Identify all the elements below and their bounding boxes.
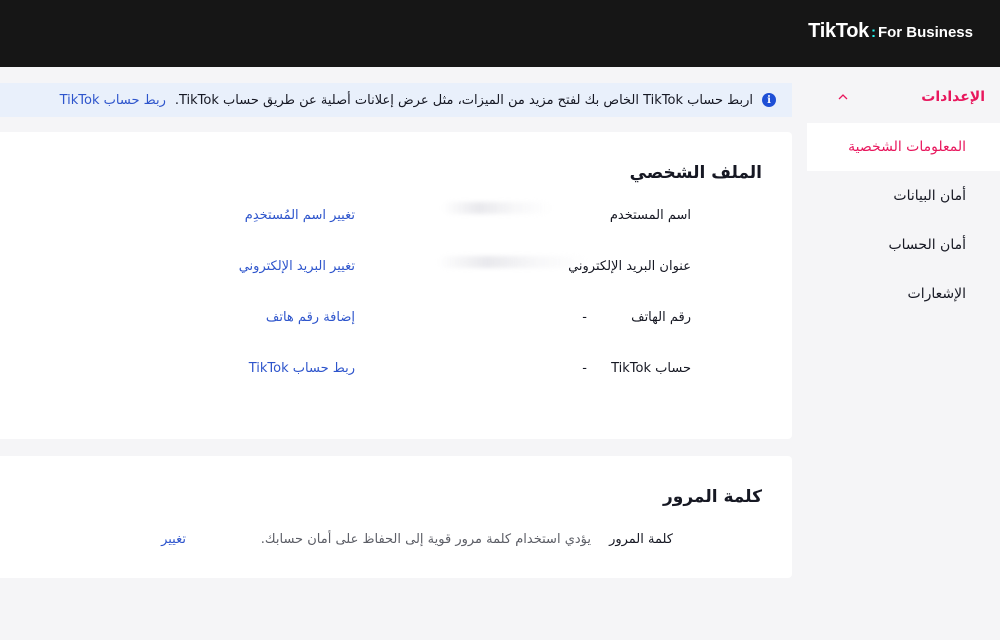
email-value-redacted: [437, 256, 587, 268]
link-tiktok-account-link[interactable]: ربط حساب TikTok: [249, 361, 355, 376]
password-card: كلمة المرور كلمة المرور يؤدي استخدام كلم…: [0, 456, 792, 578]
change-password-link[interactable]: تغيير: [161, 532, 186, 547]
settings-sidebar: الإعدادات المعلومات الشخصية أمان البيانا…: [807, 67, 1000, 640]
sidebar-item-personal-info[interactable]: المعلومات الشخصية: [807, 123, 1000, 171]
sidebar-section-settings[interactable]: الإعدادات: [815, 87, 985, 107]
password-label: كلمة المرور: [609, 532, 673, 547]
logo-separator: :: [870, 24, 876, 41]
info-icon: i: [762, 93, 776, 107]
sidebar-item-label: المعلومات الشخصية: [848, 139, 966, 155]
link-account-banner: i اربط حساب TikTok الخاص بك لفتح مزيد من…: [0, 83, 792, 117]
sidebar-section-label: الإعدادات: [921, 89, 985, 105]
tiktok-for-business-logo[interactable]: TikTok : For Business: [808, 20, 973, 43]
password-title: كلمة المرور: [663, 487, 762, 507]
password-description: يؤدي استخدام كلمة مرور قوية إلى الحفاظ ع…: [260, 532, 591, 547]
sidebar-item-notifications[interactable]: الإشعارات: [807, 270, 1000, 318]
profile-title: الملف الشخصي: [629, 163, 762, 183]
sidebar-item-account-security[interactable]: أمان الحساب: [807, 221, 1000, 269]
logo-brand: TikTok: [808, 20, 869, 42]
sidebar-item-label: أمان البيانات: [893, 188, 966, 204]
phone-value: -: [582, 310, 587, 325]
change-email-link[interactable]: تغيير البريد الإلكتروني: [239, 259, 355, 274]
tiktok-account-value: -: [582, 361, 587, 376]
banner-link-tiktok-account[interactable]: ربط حساب TikTok: [60, 93, 166, 108]
tiktok-account-label: حساب TikTok: [611, 361, 691, 376]
username-value-redacted: [442, 202, 552, 214]
banner-message: اربط حساب TikTok الخاص بك لفتح مزيد من ا…: [174, 92, 753, 108]
profile-card: الملف الشخصي اسم المستخدم تغيير اسم المُ…: [0, 132, 792, 439]
sidebar-item-label: أمان الحساب: [888, 237, 966, 253]
top-bar: TikTok : For Business: [0, 0, 1000, 67]
sidebar-item-data-security[interactable]: أمان البيانات: [807, 172, 1000, 220]
phone-label: رقم الهاتف: [631, 310, 691, 325]
sidebar-item-label: الإشعارات: [907, 286, 966, 302]
chevron-up-icon: [838, 94, 848, 100]
change-username-link[interactable]: تغيير اسم المُستخدِم: [245, 208, 355, 223]
logo-product: For Business: [877, 24, 973, 41]
add-phone-link[interactable]: إضافة رقم هاتف: [266, 310, 355, 325]
